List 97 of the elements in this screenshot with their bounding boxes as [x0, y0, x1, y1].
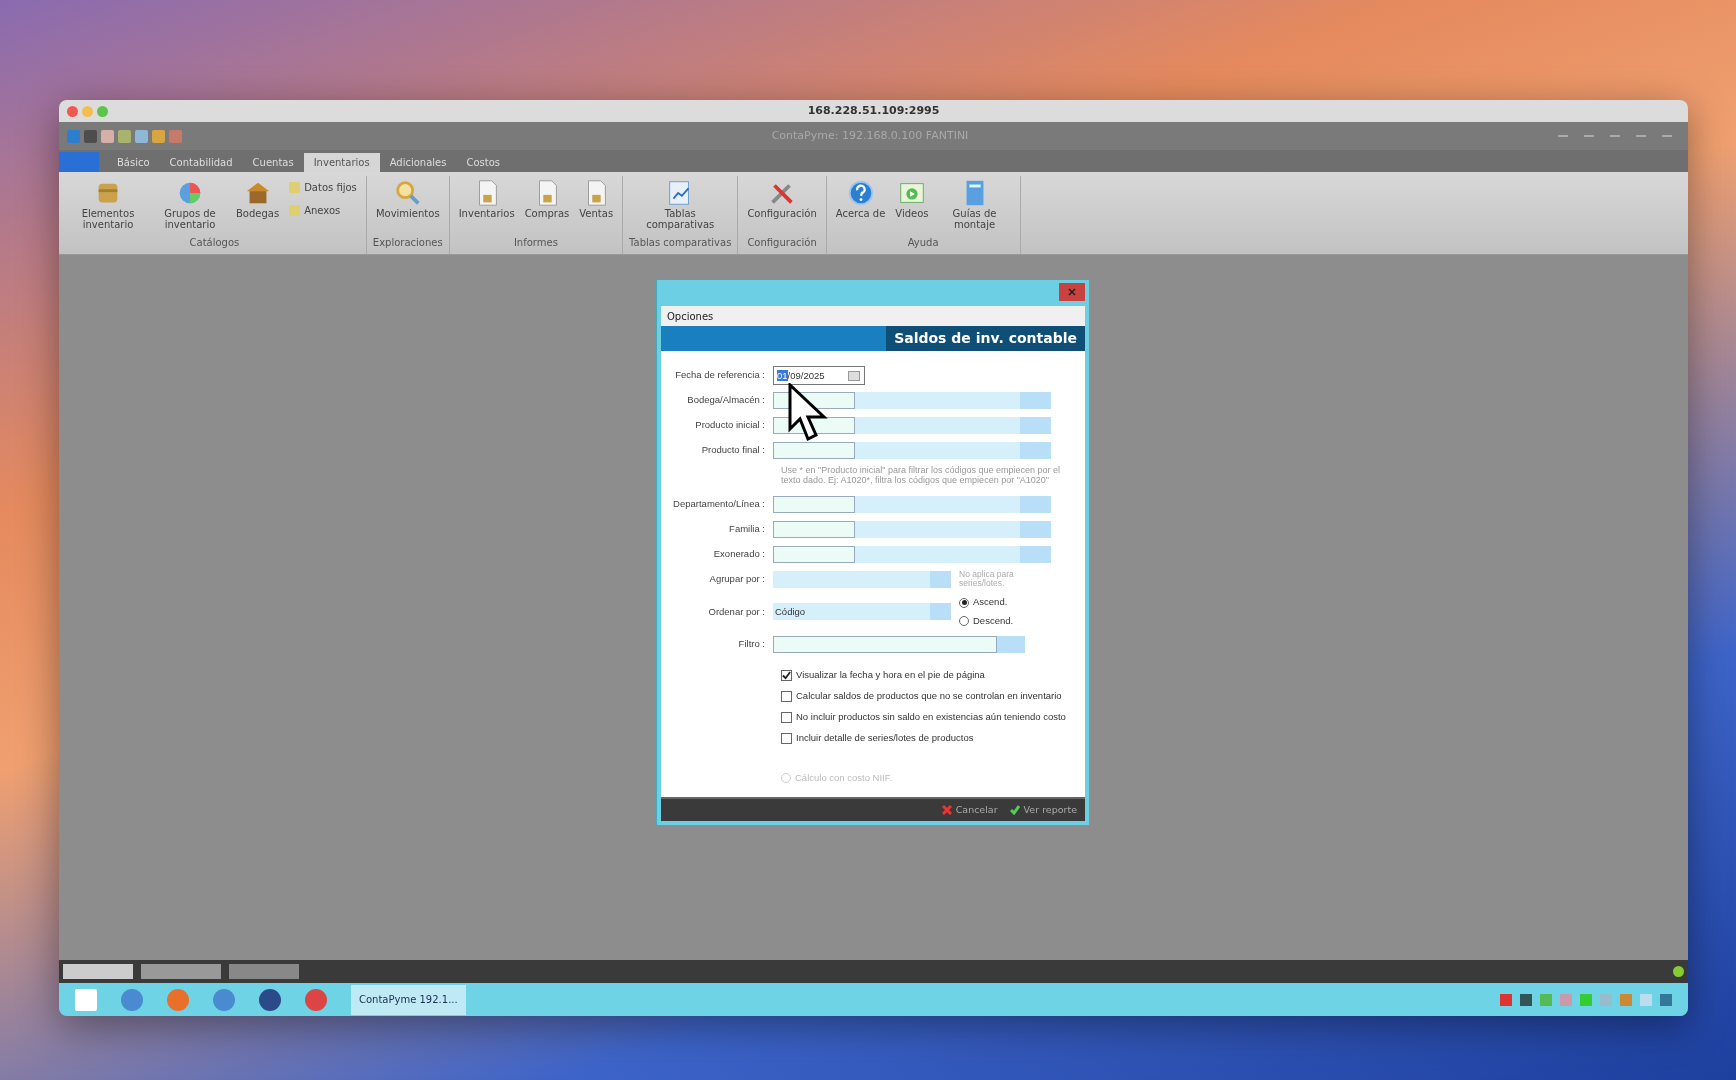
ribbon-group-label: Configuración — [747, 236, 817, 250]
ribbon-tab[interactable]: Básico — [107, 153, 160, 172]
toolbar-icon[interactable] — [118, 129, 131, 143]
window-control-dot[interactable] — [97, 105, 108, 117]
app-icon[interactable] — [213, 988, 235, 1011]
field-label: Familia : — [728, 522, 766, 537]
close-icon — [941, 805, 952, 815]
lookup-field[interactable] — [855, 520, 1051, 538]
ribbon-button[interactable]: Datos fijos — [286, 180, 360, 195]
input-field[interactable] — [773, 520, 855, 538]
window-control-dot[interactable] — [82, 105, 93, 117]
checkbox[interactable]: No incluir productos sin saldo en existencias aún teniendo costo — [781, 708, 1075, 726]
radio-label: Ascend. — [973, 595, 1008, 610]
app-icon[interactable] — [121, 988, 143, 1011]
ribbon-button[interactable]: Videos — [892, 176, 932, 235]
hint-text: Use * en "Producto inicial" para filtrar los códigos que empiecen por el texto dado. Ej: A1020*, filtra los códigos que empiecen por "A1020" — [781, 465, 1062, 486]
lookup-field[interactable] — [855, 417, 1051, 434]
ribbon-button[interactable]: Inventarios — [455, 176, 518, 235]
tray-icon[interactable] — [1520, 993, 1532, 1006]
checkmark-icon — [1009, 805, 1020, 815]
ribbon-button[interactable]: Bodegas — [233, 176, 283, 235]
report-button[interactable]: Ver reporte — [1005, 802, 1081, 818]
field-label: Producto final : — [700, 443, 766, 458]
status-field — [229, 964, 299, 979]
ribbon-button[interactable]: Elementos inventario — [69, 176, 147, 235]
status-field — [63, 964, 133, 979]
ribbon-tab[interactable]: Adicionales — [379, 153, 457, 172]
radio-button: Cálculo con costo NIIF. — [781, 770, 1075, 785]
dropdown-field[interactable]: Código — [773, 603, 951, 621]
dropdown-field[interactable] — [773, 570, 951, 588]
ribbon-button[interactable]: Configuración — [744, 176, 820, 235]
ribbon-button[interactable]: Ventas — [576, 176, 617, 235]
ribbon-tab[interactable]: Cuentas — [242, 153, 304, 172]
toolbar-icon[interactable] — [152, 129, 165, 143]
taskbar-window-button[interactable]: ContaPyme 192.1... — [351, 984, 466, 1015]
start-button[interactable] — [75, 988, 97, 1011]
ribbon-button[interactable]: Tablas comparativas — [641, 176, 720, 235]
window-control-dot[interactable] — [67, 105, 78, 117]
dialog-title: Saldos de inv. contable — [886, 326, 1085, 351]
close-icon — [1068, 288, 1076, 296]
ribbon-button[interactable]: Movimientos — [372, 176, 443, 235]
app-icon[interactable] — [305, 988, 327, 1011]
checkbox[interactable]: Incluir detalle de series/lotes de productos — [781, 729, 1075, 747]
radio-circle-icon[interactable] — [959, 615, 969, 626]
input-field[interactable] — [773, 442, 855, 459]
field-label: Departamento/Línea : — [672, 497, 766, 512]
toolbar-icon[interactable] — [67, 129, 80, 143]
menu-item[interactable]: Opciones — [661, 306, 1085, 326]
ribbon-group-label: Tablas comparativas — [629, 236, 732, 250]
field-label: Agrupar por : — [708, 572, 766, 587]
input-field[interactable] — [773, 635, 997, 653]
radio-label: Descend. — [973, 613, 1014, 628]
ribbon-button[interactable]: Acerca de — [832, 176, 889, 235]
calendar-icon[interactable] — [848, 370, 860, 381]
lookup-field[interactable] — [855, 442, 1051, 459]
toolbar-icon[interactable] — [101, 129, 114, 143]
field-label: Bodega/Almacén : — [686, 393, 766, 408]
ribbon-tab[interactable]: Contabilidad — [159, 153, 243, 172]
checkbox[interactable]: Calcular saldos de productos que no se controlan en inventario — [781, 687, 1075, 705]
small-icon — [289, 205, 301, 216]
ribbon-button[interactable]: Compras — [521, 176, 573, 235]
file-menu-button[interactable] — [59, 152, 99, 172]
app-icon[interactable] — [259, 988, 281, 1011]
tray-icon[interactable] — [1660, 993, 1672, 1006]
ribbon-tab[interactable]: Costos — [456, 153, 510, 172]
ribbon-button[interactable]: Grupos de inventario — [151, 176, 229, 235]
ribbon-tab[interactable]: Inventarios — [303, 153, 380, 172]
cancel-button[interactable]: Cancelar — [937, 802, 1002, 818]
dropdown-button[interactable] — [997, 635, 1025, 653]
lookup-field[interactable] — [855, 545, 1051, 563]
ribbon-group-label: Exploraciones — [372, 236, 443, 250]
note-text: No aplica para series/lotes. — [959, 569, 1015, 589]
checkbox[interactable]: Visualizar la fecha y hora en el pie de página — [781, 666, 1075, 684]
ribbon-button[interactable]: Guías de montaje — [935, 176, 1014, 235]
tray-icon[interactable] — [1500, 993, 1512, 1006]
input-field[interactable] — [773, 495, 855, 513]
toolbar-icon[interactable] — [84, 129, 97, 143]
toolbar-icon[interactable] — [135, 129, 148, 143]
toolbar-icon[interactable] — [169, 129, 182, 143]
field-label: Producto inicial : — [694, 418, 766, 433]
input-field[interactable] — [773, 545, 855, 563]
field-label: Fecha de referencia : — [674, 368, 766, 383]
checkmark-icon — [782, 670, 791, 680]
lookup-field[interactable] — [855, 495, 1051, 513]
window-title: 168.228.51.109:2995 — [807, 102, 940, 119]
radio-circle-icon[interactable] — [959, 597, 969, 608]
field-label: Filtro : — [737, 637, 766, 652]
small-icon — [289, 182, 301, 193]
close-button[interactable] — [1059, 283, 1085, 301]
ribbon-group-label: Informes — [513, 236, 558, 250]
ribbon-button[interactable]: Anexos — [286, 203, 360, 218]
field-label: Ordenar por : — [707, 604, 766, 619]
ribbon-group-label: Ayuda — [907, 236, 939, 250]
field-label: Exonerado : — [712, 547, 766, 562]
ribbon-group-label: Catálogos — [189, 236, 240, 250]
status-indicator-icon — [1673, 966, 1684, 977]
lookup-field[interactable] — [855, 392, 1051, 409]
